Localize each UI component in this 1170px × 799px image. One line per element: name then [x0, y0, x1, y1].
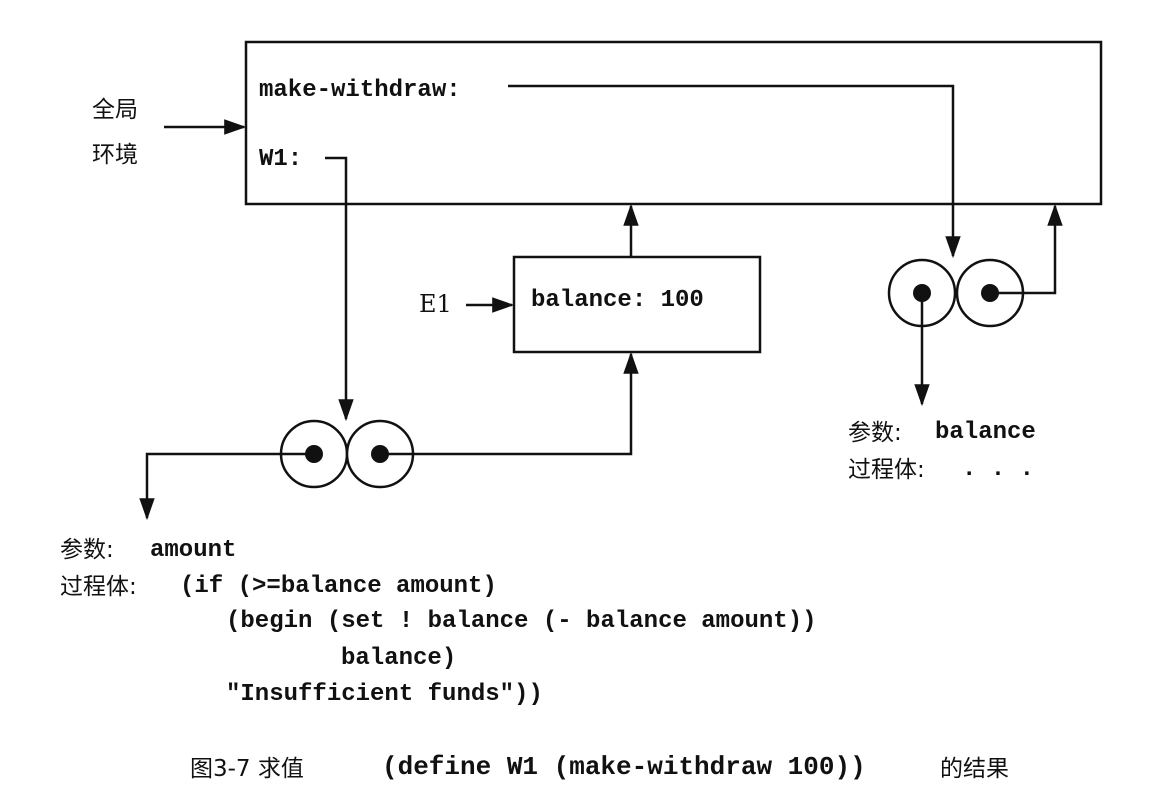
w1-body-label: 过程体:	[60, 574, 137, 600]
w1-body-line-4: "Insufficient funds"))	[226, 681, 543, 708]
e1-label: E1	[419, 290, 452, 318]
make-withdraw-params-value: balance	[935, 419, 1036, 446]
w1-params-value: amount	[150, 537, 236, 564]
environment-diagram: make-withdraw: W1: 全局 环境 balance: 100 E1…	[60, 40, 1103, 782]
global-env-label-line1: 全局	[92, 97, 138, 123]
caption-suffix: 的结果	[940, 756, 1009, 782]
e1-balance-binding: balance: 100	[531, 287, 704, 314]
w1-binding: W1:	[259, 146, 302, 173]
global-env-label-line2: 环境	[92, 142, 138, 168]
w1-body-line-3: balance)	[341, 645, 456, 672]
e1-frame: balance: 100	[512, 255, 762, 354]
make-withdraw-body-value: . . .	[962, 456, 1034, 483]
global-environment-frame: make-withdraw: W1:	[244, 40, 1103, 206]
caption-prefix: 图3-7 求值	[190, 756, 304, 782]
make-withdraw-body-label: 过程体:	[848, 457, 925, 483]
caption-code: (define W1 (make-withdraw 100))	[382, 752, 866, 782]
w1-params-label: 参数:	[60, 537, 114, 563]
w1-body-line-2: (begin (set ! balance (- balance amount)…	[226, 608, 817, 635]
w1-env-arrow	[380, 351, 639, 456]
w1-body-line-1: (if (>=balance amount)	[180, 573, 497, 600]
make-withdraw-binding: make-withdraw:	[259, 77, 461, 104]
make-withdraw-params-label: 参数:	[848, 420, 902, 446]
